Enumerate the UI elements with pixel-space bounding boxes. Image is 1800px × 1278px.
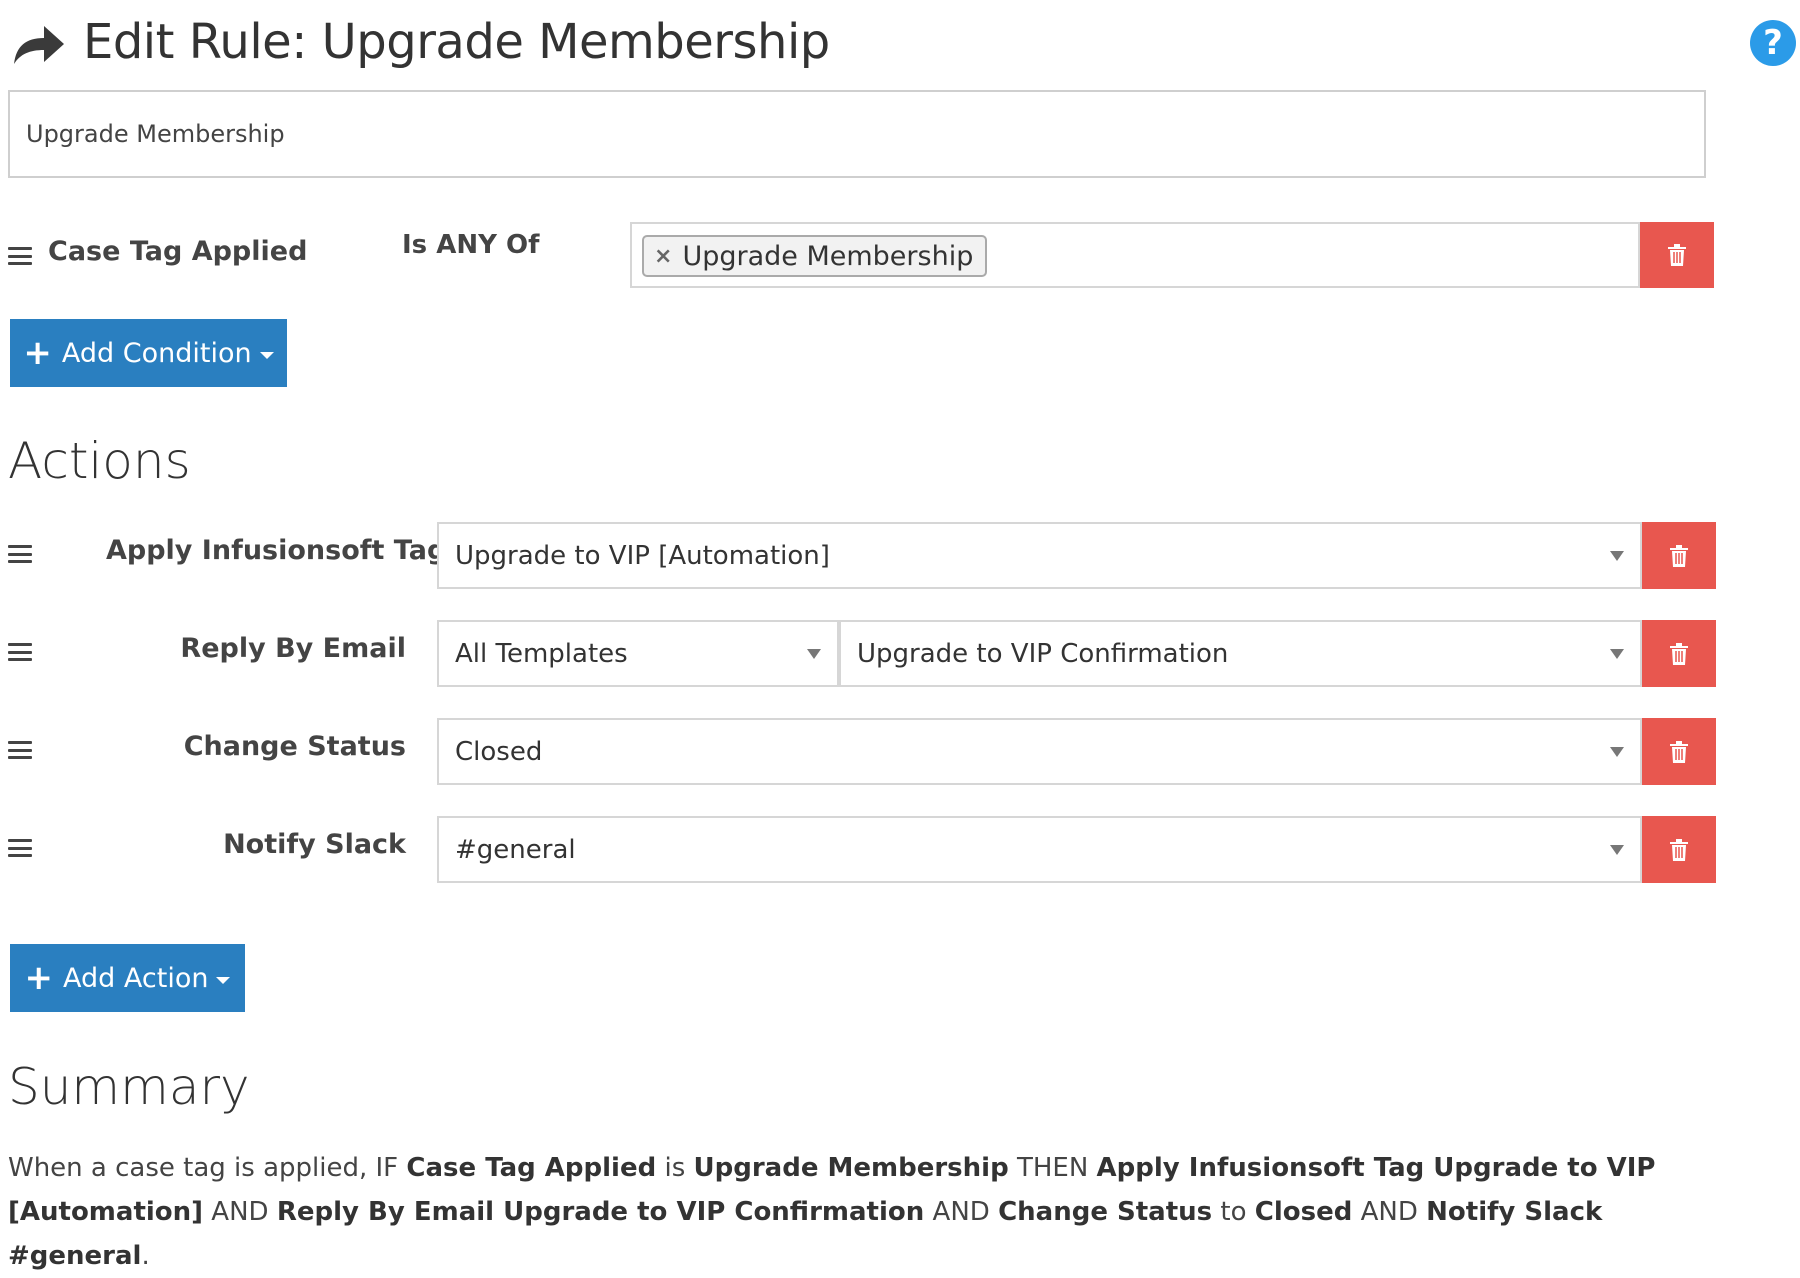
trash-icon bbox=[1668, 244, 1686, 266]
caret-down-icon bbox=[807, 648, 821, 659]
caret-down-icon bbox=[1610, 550, 1624, 561]
condition-field-label: Case Tag Applied bbox=[48, 236, 308, 267]
plus-icon: + bbox=[24, 958, 54, 998]
delete-action-button[interactable] bbox=[1642, 522, 1716, 589]
question-circle-icon[interactable]: ? bbox=[1750, 20, 1796, 66]
action-label: Apply Infusionsoft Tag bbox=[106, 535, 447, 566]
delete-condition-button[interactable] bbox=[1640, 222, 1714, 288]
plus-icon: + bbox=[23, 333, 52, 373]
caret-down-icon bbox=[1610, 844, 1624, 855]
caret-down-icon bbox=[1610, 648, 1624, 659]
drag-handle-icon[interactable] bbox=[8, 643, 32, 661]
trash-icon bbox=[1670, 740, 1688, 763]
email-template-select[interactable]: Upgrade to VIP Confirmation bbox=[839, 620, 1642, 687]
action-label: Change Status bbox=[183, 731, 406, 762]
trash-icon bbox=[1670, 838, 1688, 861]
tag-chip-label: Upgrade Membership bbox=[682, 240, 974, 272]
summary-text: When a case tag is applied, IF Case Tag … bbox=[8, 1153, 1656, 1271]
caret-down-icon bbox=[259, 351, 274, 359]
action-label: Reply By Email bbox=[180, 633, 406, 664]
remove-tag-icon[interactable]: × bbox=[654, 244, 672, 269]
condition-operator[interactable]: Is ANY Of bbox=[402, 230, 539, 260]
caret-down-icon bbox=[1610, 746, 1624, 757]
drag-handle-icon[interactable] bbox=[8, 741, 32, 759]
delete-action-button[interactable] bbox=[1642, 718, 1716, 785]
trash-icon bbox=[1670, 642, 1688, 665]
delete-action-button[interactable] bbox=[1642, 816, 1716, 883]
trash-icon bbox=[1670, 544, 1688, 567]
summary-heading: Summary bbox=[8, 1058, 250, 1116]
drag-handle-icon[interactable] bbox=[8, 247, 32, 265]
status-select[interactable]: Closed bbox=[437, 718, 1642, 785]
template-category-select[interactable]: All Templates bbox=[437, 620, 839, 687]
tag-chip: × Upgrade Membership bbox=[642, 235, 988, 277]
add-action-button[interactable]: + Add Action bbox=[10, 944, 245, 1012]
delete-action-button[interactable] bbox=[1642, 620, 1716, 687]
slack-channel-select[interactable]: #general bbox=[437, 816, 1642, 883]
share-arrow-icon bbox=[12, 20, 66, 68]
action-label: Notify Slack bbox=[223, 829, 406, 860]
actions-heading: Actions bbox=[8, 432, 191, 490]
drag-handle-icon[interactable] bbox=[8, 545, 32, 563]
add-condition-button[interactable]: + Add Condition bbox=[10, 319, 287, 387]
page-title: Edit Rule: Upgrade Membership bbox=[83, 14, 830, 70]
rule-name-input[interactable] bbox=[8, 90, 1706, 178]
caret-down-icon bbox=[216, 976, 231, 984]
infusionsoft-tag-select[interactable]: Upgrade to VIP [Automation] bbox=[437, 522, 1642, 589]
drag-handle-icon[interactable] bbox=[8, 839, 32, 857]
